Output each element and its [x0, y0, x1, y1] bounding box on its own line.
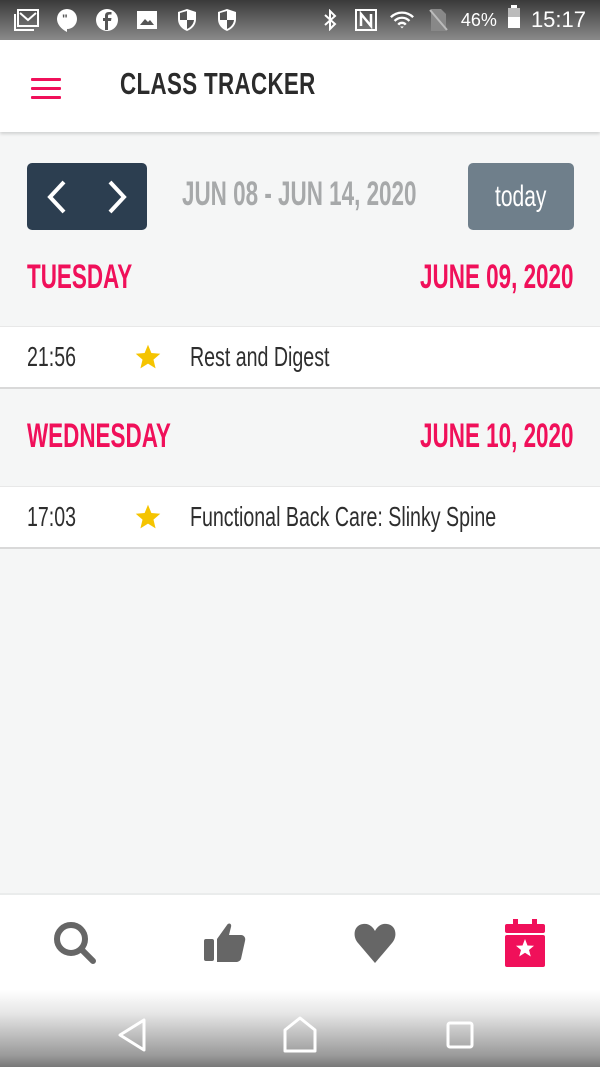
back-icon: [118, 1018, 146, 1052]
gmail-icon: [14, 9, 40, 31]
week-arrows: [27, 163, 147, 230]
tab-search[interactable]: [45, 913, 105, 973]
shield-icon: [174, 9, 200, 31]
bottom-tab-bar: [0, 893, 600, 990]
class-time: 17:03: [27, 501, 77, 532]
today-button-label: today: [495, 179, 547, 213]
search-icon: [54, 922, 96, 964]
system-navigation-bar: [0, 990, 600, 1067]
svg-text:": ": [62, 12, 68, 26]
heart-icon: [354, 923, 396, 963]
day-weekday: TUESDAY: [27, 258, 133, 296]
next-week-button[interactable]: [87, 163, 147, 230]
chevron-left-icon: [47, 180, 66, 213]
class-row[interactable]: 21:56 Rest and Digest: [0, 326, 600, 389]
week-navigation: JUN 08 - JUN 14, 2020 today: [0, 163, 600, 230]
facebook-icon: [94, 9, 120, 31]
class-row[interactable]: 17:03 Functional Back Care: Slinky Spine: [0, 486, 600, 549]
day-header: TUESDAY JUNE 09, 2020: [0, 244, 600, 314]
tab-recommended[interactable]: [195, 913, 255, 973]
battery-icon: [507, 5, 521, 35]
class-title: Rest and Digest: [190, 341, 330, 372]
day-weekday: WEDNESDAY: [27, 417, 171, 455]
home-icon: [283, 1016, 317, 1053]
chevron-right-icon: [108, 180, 127, 213]
page-title: CLASS TRACKER: [120, 66, 316, 101]
hangouts-icon: ": [54, 9, 80, 32]
thumbs-up-icon: [204, 923, 246, 962]
battery-percent: 46%: [460, 9, 497, 30]
shield-icon: [214, 9, 240, 31]
today-button[interactable]: today: [468, 163, 574, 230]
wifi-icon: [389, 9, 415, 31]
bluetooth-icon: [317, 9, 343, 31]
day-date: JUNE 09, 2020: [419, 258, 573, 296]
status-bar: " 46% 15:17: [0, 0, 600, 40]
day-date: JUNE 10, 2020: [419, 417, 573, 455]
star-icon: [135, 504, 161, 529]
previous-week-button[interactable]: [27, 163, 87, 230]
nfc-icon: [353, 9, 379, 31]
clock: 15:17: [530, 7, 586, 32]
home-button[interactable]: [275, 1010, 325, 1060]
tab-class-tracker[interactable]: [495, 913, 555, 973]
no-sim-icon: [425, 9, 451, 31]
tab-favorites[interactable]: [345, 913, 405, 973]
class-title: Functional Back Care: Slinky Spine: [190, 501, 497, 532]
back-button[interactable]: [108, 1010, 158, 1060]
week-range-label: JUN 08 - JUN 14, 2020: [182, 175, 417, 213]
recents-icon: [446, 1021, 474, 1049]
recents-button[interactable]: [435, 1010, 485, 1060]
star-icon: [135, 344, 161, 369]
gallery-icon: [134, 9, 160, 31]
hamburger-icon[interactable]: [31, 78, 61, 100]
class-time: 21:56: [27, 341, 77, 372]
calendar-star-icon: [505, 919, 545, 967]
day-header: WEDNESDAY JUNE 10, 2020: [0, 403, 600, 473]
app-bar: CLASS TRACKER: [0, 40, 600, 132]
